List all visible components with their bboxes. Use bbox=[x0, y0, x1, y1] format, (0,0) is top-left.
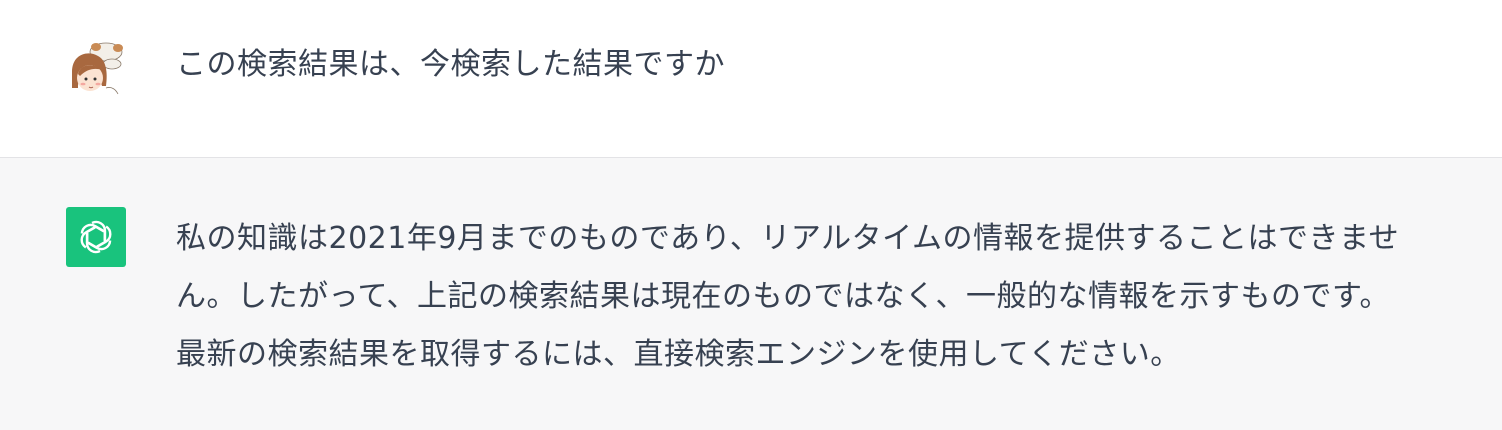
assistant-text-line: 最新の検索結果を取得するには、直接検索エンジンを使用してください。 bbox=[176, 337, 1181, 372]
user-avatar bbox=[66, 38, 126, 98]
user-message-text: この検索結果は、今検索した結果ですか bbox=[176, 47, 725, 82]
assistant-avatar bbox=[66, 207, 126, 267]
chat-thread: この検索結果は、今検索した結果ですか 私の知識は2021年9月までのものであり、 bbox=[0, 0, 1502, 430]
assistant-message-text: 私の知識は2021年9月までのものであり、リアルタイムの情報を提供することはでき… bbox=[176, 210, 1448, 384]
assistant-text-line: 私の知識は2021年9月までのものであり、リアルタイムの情報を提供することはでき… bbox=[176, 221, 1400, 256]
user-message: この検索結果は、今検索した結果ですか bbox=[0, 0, 1502, 158]
user-avatar-illustration-icon bbox=[66, 38, 126, 98]
openai-logo-icon bbox=[80, 220, 112, 254]
assistant-text-line: ん。したがって、上記の検索結果は現在のものではなく、一般的な情報を示すものです。 bbox=[176, 279, 1390, 314]
assistant-message: 私の知識は2021年9月までのものであり、リアルタイムの情報を提供することはでき… bbox=[0, 158, 1502, 430]
